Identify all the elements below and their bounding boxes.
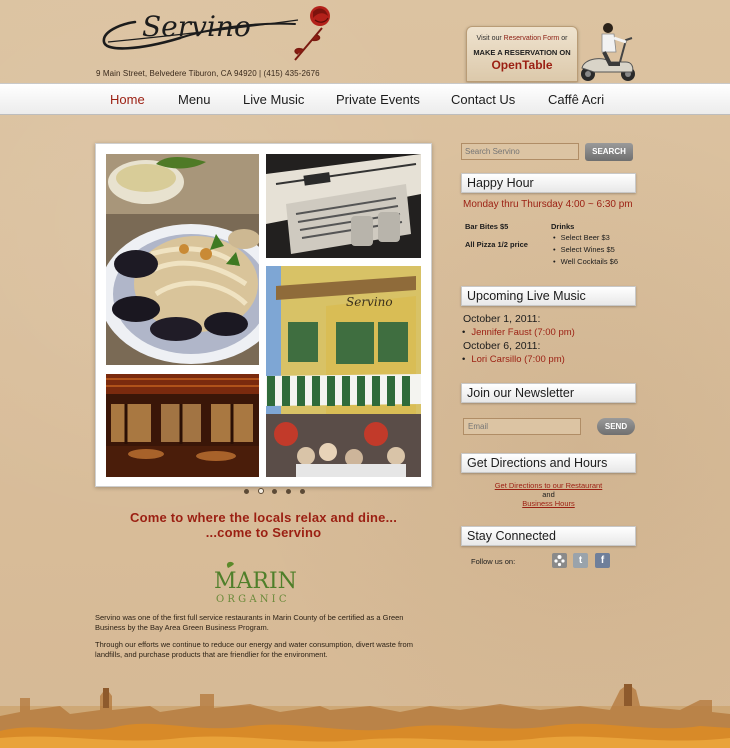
music-date-1: October 1, 2011: <box>463 313 541 325</box>
reservation-suffix: or <box>559 35 568 42</box>
drinks-label: Drinks <box>551 222 575 231</box>
nav-menu[interactable]: Menu <box>178 92 211 107</box>
directions-and: and <box>542 490 555 499</box>
nav-contact-us[interactable]: Contact Us <box>451 92 515 107</box>
happy-hour-subtitle: Monday thru Thursday 4:00 ~ 6:30 pm <box>463 199 633 210</box>
music-act-2[interactable]: Lori Carsillo (7:00 pm) <box>462 354 564 365</box>
drink-item-3: Well Cocktails $6 <box>553 257 618 266</box>
send-button[interactable]: SEND <box>597 418 635 435</box>
facebook-icon[interactable]: f <box>595 553 610 568</box>
slide-dot-3[interactable] <box>272 489 277 494</box>
slide-dot-2[interactable] <box>258 488 264 494</box>
newspaper-photo <box>266 154 421 258</box>
slide-dot-4[interactable] <box>286 489 291 494</box>
restaurant-exterior-photo: Servino <box>266 266 421 477</box>
yelp-icon[interactable] <box>552 553 567 568</box>
happy-hour-food-1: Bar Bites $5 <box>465 222 509 231</box>
seafood-pasta-photo <box>106 154 259 365</box>
slide-dot-5[interactable] <box>300 489 305 494</box>
directions-title: Get Directions and Hours <box>461 453 636 473</box>
main-nav: Home Menu Live Music Private Events Cont… <box>0 83 730 115</box>
live-music-title: Upcoming Live Music <box>461 286 636 306</box>
reservation-form-link[interactable]: Reservation Form <box>504 35 560 42</box>
reservation-prefix: Visit our <box>476 35 504 42</box>
reservation-line1: Visit our Reservation Form or <box>467 35 577 42</box>
footer-townscape-image <box>0 684 730 748</box>
happy-hour-title: Happy Hour <box>461 173 636 193</box>
twitter-icon[interactable]: t <box>573 553 588 568</box>
svg-text:Servino: Servino <box>142 10 251 43</box>
drink-item-2: Select Wines $5 <box>553 245 615 254</box>
svg-text:Servino: Servino <box>346 295 393 309</box>
newsletter-title: Join our Newsletter <box>461 383 636 403</box>
follow-label: Follow us on: <box>471 557 516 566</box>
happy-hour-food-2: All Pizza 1/2 price <box>465 240 528 249</box>
drink-item-1: Select Beer $3 <box>553 233 610 242</box>
marin-organic-logo: MARIN ORGANIC <box>214 561 297 605</box>
nav-caffe-acri[interactable]: Caffê Acri <box>548 92 604 107</box>
nav-home[interactable]: Home <box>110 92 145 107</box>
search-button[interactable]: SEARCH <box>585 143 633 161</box>
vespa-rider-image <box>581 23 635 81</box>
address-phone: 9 Main Street, Belvedere Tiburon, CA 949… <box>96 69 320 78</box>
slide-dot-1[interactable] <box>244 489 249 494</box>
directions-link[interactable]: Get Directions to our Restaurant <box>461 481 636 490</box>
dining-room-photo <box>106 374 259 477</box>
opentable-link[interactable]: OpenTable <box>467 58 577 72</box>
tagline-line2: ...come to Servino <box>205 525 322 540</box>
svg-text:ORGANIC: ORGANIC <box>216 594 290 605</box>
servino-logo[interactable]: Servino <box>100 2 340 68</box>
svg-text:MARIN: MARIN <box>214 569 297 594</box>
music-date-2: October 6, 2011: <box>463 340 541 352</box>
photo-slideshow[interactable]: Servino <box>95 143 432 487</box>
search-input[interactable] <box>461 143 579 160</box>
about-paragraph-1: Servino was one of the first full servic… <box>95 613 404 632</box>
nav-live-music[interactable]: Live Music <box>243 92 304 107</box>
email-field[interactable] <box>463 418 581 435</box>
business-hours-link[interactable]: Business Hours <box>461 499 636 508</box>
header: Servino 9 Main Street, Belvedere Tiburon… <box>0 0 730 84</box>
about-paragraph-2: Through our efforts we continue to reduc… <box>95 640 413 659</box>
music-act-1[interactable]: Jennifer Faust (7:00 pm) <box>462 327 575 338</box>
make-reservation-text: MAKE A RESERVATION ON <box>473 48 571 57</box>
stay-connected-title: Stay Connected <box>461 526 636 546</box>
tagline-line1: Come to where the locals relax and dine.… <box>129 510 398 525</box>
nav-private-events[interactable]: Private Events <box>336 92 420 107</box>
reservation-panel[interactable]: Visit our Reservation Form or MAKE A RES… <box>466 26 578 82</box>
